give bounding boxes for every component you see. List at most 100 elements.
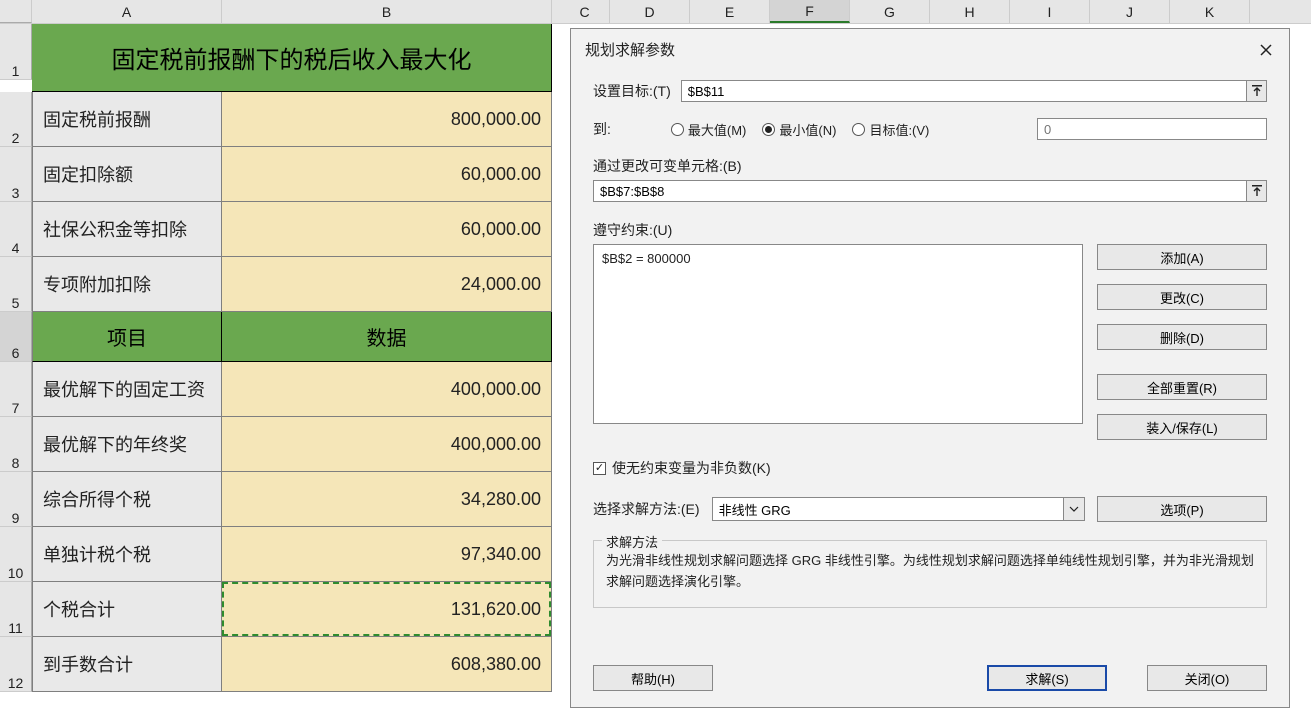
row-header[interactable]: 10 [0,527,32,582]
row-12: 12 到手数合计 608,380.00 [0,637,560,692]
dialog-titlebar: 规划求解参数 [571,29,1289,66]
row-header[interactable]: 8 [0,417,32,472]
row-8: 8 最优解下的年终奖 400,000.00 [0,417,560,472]
cell-A12[interactable]: 到手数合计 [32,637,222,692]
add-button[interactable]: 添加(A) [1097,244,1267,270]
col-header-D[interactable]: D [610,0,690,23]
constraints-label: 遵守约束:(U) [593,220,1267,240]
changing-cells-input[interactable] [593,180,1247,202]
dialog-title-text: 规划求解参数 [585,39,675,60]
row-11: 11 个税合计 131,620.00 [0,582,560,637]
col-header-I[interactable]: I [1010,0,1090,23]
set-objective-input[interactable] [681,80,1247,102]
cell-B8[interactable]: 400,000.00 [222,417,552,472]
method-description-group: 求解方法 为光滑非线性规划求解问题选择 GRG 非线性引擎。为线性规划求解问题选… [593,540,1267,608]
row-header[interactable]: 6 [0,312,32,362]
col-header-A[interactable]: A [32,0,222,23]
row-header[interactable]: 2 [0,92,32,147]
changing-cells-label: 通过更改可变单元格:(B) [593,156,1267,176]
row-4: 4 社保公积金等扣除 60,000.00 [0,202,560,257]
col-header-B[interactable]: B [222,0,552,23]
row-6: 6 项目 数据 [0,312,560,362]
title-cell[interactable]: 固定税前报酬下的税后收入最大化 [32,24,552,92]
cell-B7[interactable]: 400,000.00 [222,362,552,417]
load-save-button[interactable]: 装入/保存(L) [1097,414,1267,440]
ref-picker-icon[interactable] [1247,180,1267,202]
method-select-value[interactable] [712,497,1063,521]
row-header[interactable]: 12 [0,637,32,692]
row-header[interactable]: 7 [0,362,32,417]
col-header-J[interactable]: J [1090,0,1170,23]
cell-B9[interactable]: 34,280.00 [222,472,552,527]
target-value-input[interactable] [1037,118,1267,140]
col-header-K[interactable]: K [1170,0,1250,23]
cell-A5[interactable]: 专项附加扣除 [32,257,222,312]
row-1: 1 固定税前报酬下的税后收入最大化 [0,24,560,92]
constraint-item[interactable]: $B$2 = 800000 [602,251,1074,266]
col-header-G[interactable]: G [850,0,930,23]
cell-A11[interactable]: 个税合计 [32,582,222,637]
cell-B12[interactable]: 608,380.00 [222,637,552,692]
select-all-corner[interactable] [0,0,32,23]
radio-max[interactable]: 最大值(M) [671,120,747,139]
help-button[interactable]: 帮助(H) [593,665,713,691]
radio-min-label: 最小值(N) [779,120,836,139]
row-header[interactable]: 1 [0,24,32,80]
radio-icon [671,123,684,136]
method-label: 选择求解方法:(E) [593,499,700,519]
nonneg-label: 使无约束变量为非负数(K) [612,458,771,478]
col-header-C[interactable]: C [560,0,610,23]
change-button[interactable]: 更改(C) [1097,284,1267,310]
cell-B5[interactable]: 24,000.00 [222,257,552,312]
solver-dialog: 规划求解参数 设置目标:(T) 到: 最大值(M) [570,28,1290,708]
cell-A4[interactable]: 社保公积金等扣除 [32,202,222,257]
column-headers: A B [0,0,560,24]
radio-max-label: 最大值(M) [688,120,747,139]
chevron-down-icon[interactable] [1063,497,1085,521]
method-select[interactable] [712,497,1085,521]
radio-min[interactable]: 最小值(N) [762,120,836,139]
row-header[interactable]: 11 [0,582,32,637]
cell-B11[interactable]: 131,620.00 [222,582,552,637]
row-5: 5 专项附加扣除 24,000.00 [0,257,560,312]
row-header[interactable]: 3 [0,147,32,202]
solve-button[interactable]: 求解(S) [987,665,1107,691]
radio-value[interactable]: 目标值:(V) [852,120,929,139]
row-header[interactable]: 5 [0,257,32,312]
cell-A8[interactable]: 最优解下的年终奖 [32,417,222,472]
radio-value-label: 目标值:(V) [869,120,929,139]
delete-button[interactable]: 删除(D) [1097,324,1267,350]
cell-B2[interactable]: 800,000.00 [222,92,552,147]
row-10: 10 单独计税个税 97,340.00 [0,527,560,582]
cell-A7[interactable]: 最优解下的固定工资 [32,362,222,417]
radio-icon [852,123,865,136]
col-header-F[interactable]: F [770,0,850,23]
cell-A10[interactable]: 单独计税个税 [32,527,222,582]
cell-B4[interactable]: 60,000.00 [222,202,552,257]
row-header[interactable]: 4 [0,202,32,257]
row-9: 9 综合所得个税 34,280.00 [0,472,560,527]
constraints-listbox[interactable]: $B$2 = 800000 [593,244,1083,424]
cell-A9[interactable]: 综合所得个税 [32,472,222,527]
nonneg-checkbox[interactable] [593,462,606,475]
ref-picker-icon[interactable] [1247,80,1267,102]
cell-B6[interactable]: 数据 [222,312,552,362]
method-group-title: 求解方法 [602,532,662,551]
cell-A6[interactable]: 项目 [32,312,222,362]
close-icon[interactable] [1257,41,1275,59]
cell-A2[interactable]: 固定税前报酬 [32,92,222,147]
cell-A3[interactable]: 固定扣除额 [32,147,222,202]
radio-icon [762,123,775,136]
row-header[interactable]: 9 [0,472,32,527]
close-button[interactable]: 关闭(O) [1147,665,1267,691]
col-header-H[interactable]: H [930,0,1010,23]
cell-B10[interactable]: 97,340.00 [222,527,552,582]
reset-all-button[interactable]: 全部重置(R) [1097,374,1267,400]
col-header-E[interactable]: E [690,0,770,23]
row-2: 2 固定税前报酬 800,000.00 [0,92,560,147]
options-button[interactable]: 选项(P) [1097,496,1267,522]
row-7: 7 最优解下的固定工资 400,000.00 [0,362,560,417]
column-headers-right: C D E F G H I J K [560,0,1311,24]
cell-B3[interactable]: 60,000.00 [222,147,552,202]
set-objective-label: 设置目标:(T) [593,81,671,101]
